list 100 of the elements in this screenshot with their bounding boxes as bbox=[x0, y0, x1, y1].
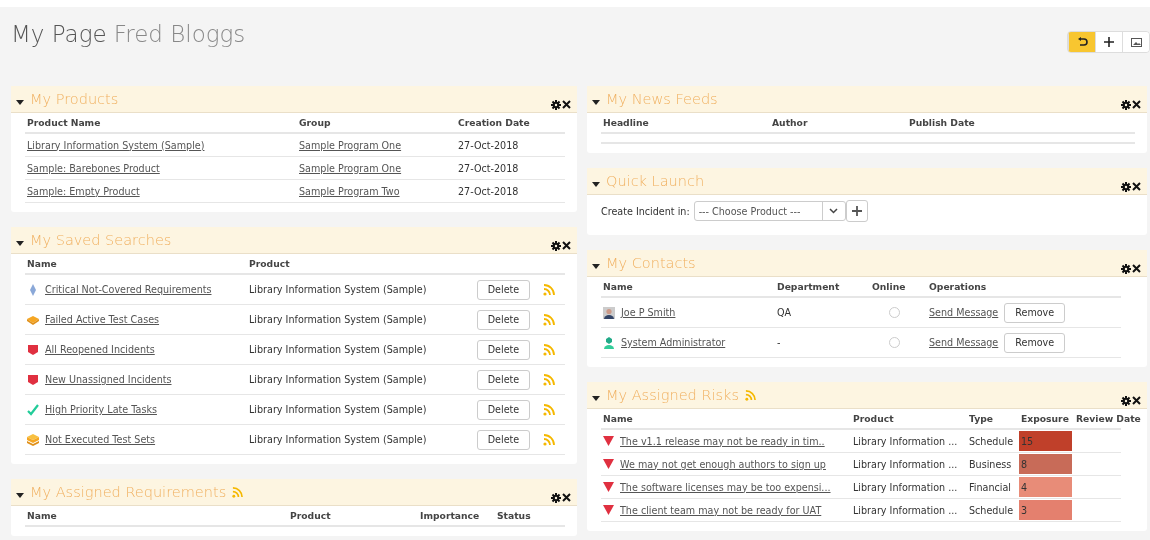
add-incident-button[interactable] bbox=[845, 200, 868, 222]
column-header: Name bbox=[602, 413, 634, 424]
delete-button[interactable]: Delete bbox=[476, 369, 531, 390]
risk-link[interactable]: We may not get enough authors to sign up bbox=[620, 458, 826, 470]
shield-icon bbox=[27, 373, 39, 386]
risk-link[interactable]: The software licenses may be too expensi... bbox=[620, 481, 831, 493]
collapse-caret-icon[interactable] bbox=[592, 99, 600, 105]
exposure-cell: 15 bbox=[1019, 431, 1072, 451]
settings-icon[interactable] bbox=[551, 241, 561, 251]
collapse-caret-icon[interactable] bbox=[16, 99, 24, 105]
column-header: Status bbox=[496, 510, 532, 521]
product-link[interactable]: Sample: Empty Product bbox=[27, 185, 140, 197]
collapse-caret-icon[interactable] bbox=[592, 395, 600, 401]
user-avatar-icon bbox=[603, 306, 615, 319]
group-link[interactable]: Sample Program Two bbox=[299, 185, 400, 197]
collapse-caret-icon[interactable] bbox=[16, 492, 24, 498]
triangle-icon bbox=[603, 505, 614, 515]
widget-title: Quick Launch bbox=[606, 173, 705, 189]
column-header: Online bbox=[871, 281, 907, 292]
product-cell-text: Library Information ... bbox=[852, 481, 959, 493]
product-cell-text: Library Information System (Sample) bbox=[248, 404, 428, 415]
close-icon[interactable] bbox=[562, 100, 571, 109]
product-link[interactable]: Library Information System (Sample) bbox=[27, 139, 205, 151]
column-header: Operations bbox=[928, 281, 988, 292]
column-header: Product bbox=[289, 510, 332, 521]
type-cell-text: Financial bbox=[968, 481, 1012, 493]
settings-icon[interactable] bbox=[1121, 100, 1131, 110]
close-icon[interactable] bbox=[1132, 100, 1141, 109]
send-message-link[interactable]: Send Message bbox=[929, 337, 999, 348]
undo-icon bbox=[1076, 36, 1088, 48]
exposure-cell: 3 bbox=[1019, 500, 1072, 520]
page-title: My Page Fred Bloggs bbox=[11, 21, 246, 47]
image-button[interactable] bbox=[1122, 32, 1149, 52]
product-cell-text: Library Information System (Sample) bbox=[248, 284, 428, 295]
product-cell-text: Library Information ... bbox=[852, 435, 959, 447]
product-link[interactable]: Sample: Barebones Product bbox=[27, 162, 160, 174]
plus-icon bbox=[851, 206, 862, 216]
send-message-link[interactable]: Send Message bbox=[929, 307, 999, 318]
diamond-icon bbox=[27, 283, 39, 296]
user-avatar-icon bbox=[603, 336, 615, 349]
settings-icon[interactable] bbox=[1121, 264, 1131, 274]
settings-icon[interactable] bbox=[1121, 396, 1131, 406]
saved-search-link[interactable]: All Reopened Incidents bbox=[45, 344, 155, 355]
product-select[interactable]: --- Choose Product --- bbox=[693, 201, 846, 221]
undo-button[interactable] bbox=[1068, 32, 1095, 52]
saved-search-link[interactable]: Failed Active Test Cases bbox=[45, 314, 160, 325]
widget-title: My Contacts bbox=[606, 255, 696, 271]
column-header: Name bbox=[26, 510, 58, 521]
delete-button[interactable]: Delete bbox=[476, 429, 531, 450]
saved-search-link[interactable]: Critical Not-Covered Requirements bbox=[45, 284, 212, 295]
image-icon bbox=[1130, 37, 1142, 47]
column-header: Creation Date bbox=[457, 117, 531, 128]
remove-button[interactable]: Remove bbox=[1004, 332, 1066, 353]
saved-search-link[interactable]: High Priority Late Tasks bbox=[45, 404, 157, 415]
department-cell-text: QA bbox=[776, 307, 793, 318]
delete-button[interactable]: Delete bbox=[476, 339, 531, 360]
close-icon[interactable] bbox=[562, 241, 571, 250]
product-cell-text: Library Information System (Sample) bbox=[248, 374, 428, 385]
close-icon[interactable] bbox=[562, 493, 571, 502]
add-button[interactable] bbox=[1095, 32, 1122, 52]
contact-link[interactable]: Joe P Smith bbox=[621, 307, 676, 318]
settings-icon[interactable] bbox=[551, 100, 561, 110]
date-cell-text: 27-Oct-2018 bbox=[457, 185, 520, 197]
remove-button[interactable]: Remove bbox=[1004, 302, 1066, 323]
triangle-icon bbox=[603, 436, 614, 446]
product-cell-text: Library Information System (Sample) bbox=[248, 344, 428, 355]
column-header: Author bbox=[771, 117, 809, 128]
settings-icon[interactable] bbox=[1121, 182, 1131, 192]
settings-icon[interactable] bbox=[551, 493, 561, 503]
column-header: Group bbox=[298, 117, 332, 128]
box-icon bbox=[27, 313, 39, 326]
triangle-icon bbox=[603, 482, 614, 492]
risk-link[interactable]: The client team may not be ready for UAT bbox=[620, 504, 822, 516]
saved-search-link[interactable]: Not Executed Test Sets bbox=[45, 434, 156, 445]
column-header: Department bbox=[776, 281, 841, 292]
close-icon[interactable] bbox=[1132, 396, 1141, 405]
risk-link[interactable]: The v1.1 release may not be ready in tim.. bbox=[620, 435, 825, 447]
close-icon[interactable] bbox=[1132, 264, 1141, 273]
collapse-caret-icon[interactable] bbox=[592, 181, 600, 187]
column-header: Product bbox=[248, 258, 291, 269]
delete-button[interactable]: Delete bbox=[476, 279, 531, 300]
stacked-boxes-icon bbox=[27, 433, 39, 446]
contact-link[interactable]: System Administrator bbox=[621, 337, 726, 348]
product-cell-text: Library Information System (Sample) bbox=[248, 434, 428, 445]
group-link[interactable]: Sample Program One bbox=[299, 139, 402, 151]
collapse-caret-icon[interactable] bbox=[592, 263, 600, 269]
close-icon[interactable] bbox=[1132, 182, 1141, 191]
delete-button[interactable]: Delete bbox=[476, 399, 531, 420]
collapse-caret-icon[interactable] bbox=[16, 240, 24, 246]
type-cell-text: Schedule bbox=[968, 504, 1015, 516]
column-header: Product Name bbox=[26, 117, 102, 128]
saved-search-link[interactable]: New Unassigned Incidents bbox=[45, 374, 172, 385]
group-link[interactable]: Sample Program One bbox=[299, 162, 402, 174]
widget-title: My Products bbox=[30, 91, 119, 107]
widget-title: My Assigned Requirements bbox=[30, 484, 227, 500]
widget-title: My Assigned Risks bbox=[606, 387, 739, 403]
column-header: Exposure bbox=[1020, 413, 1070, 424]
delete-button[interactable]: Delete bbox=[476, 309, 531, 330]
type-cell-text: Schedule bbox=[968, 435, 1015, 447]
column-header: Publish Date bbox=[908, 117, 976, 128]
